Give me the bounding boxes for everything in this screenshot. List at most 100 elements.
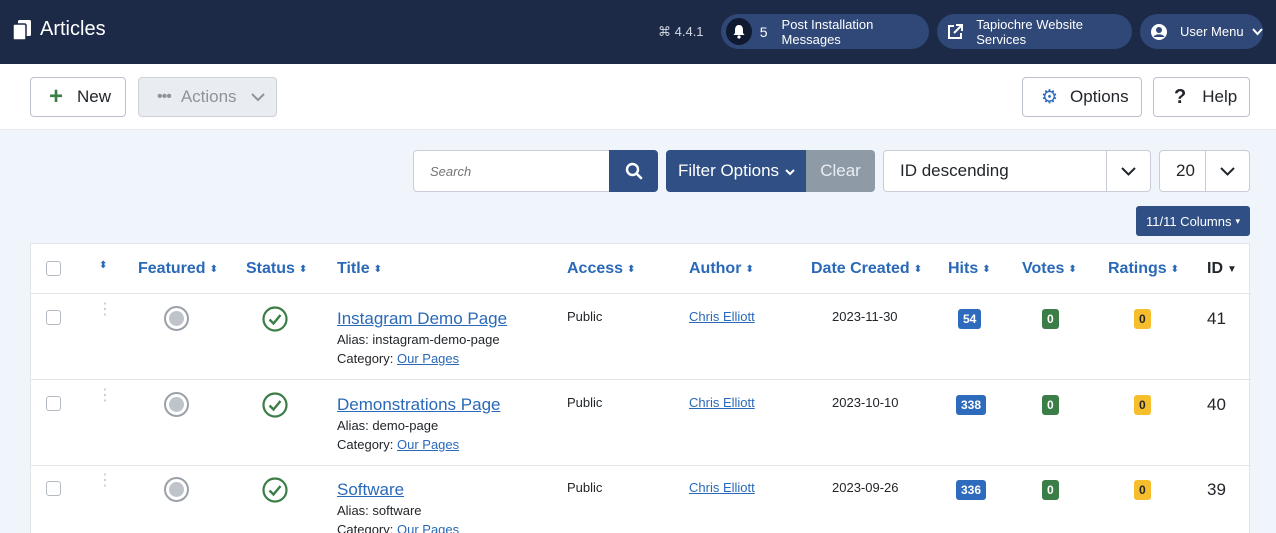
access-value: Public — [567, 480, 603, 495]
author-column-header[interactable]: Author ⬍ — [689, 260, 754, 278]
drag-handle-icon[interactable]: ⋮ — [97, 302, 113, 318]
published-check-icon[interactable] — [262, 306, 288, 332]
article-category: Category: Our Pages — [337, 522, 459, 533]
article-title-link[interactable]: Instagram Demo Page — [337, 309, 507, 329]
sort-icon: ⬍ — [1068, 263, 1077, 275]
ratings-badge: 0 — [1134, 395, 1151, 415]
votes-header-label: Votes — [1022, 260, 1065, 277]
category-link[interactable]: Our Pages — [397, 351, 459, 366]
row-divider — [31, 465, 1251, 466]
access-header-label: Access — [567, 260, 624, 277]
row-checkbox[interactable] — [46, 310, 61, 325]
votes-badge: 0 — [1042, 309, 1059, 329]
id-value: 41 — [1207, 309, 1226, 328]
date-created-column-header[interactable]: Date Created ⬍ — [811, 260, 922, 278]
user-menu-button[interactable]: User Menu — [1140, 14, 1263, 49]
sort-icon: ⬍ — [99, 260, 108, 271]
published-check-icon[interactable] — [262, 477, 288, 503]
help-button-label: Help — [1202, 87, 1238, 106]
clear-button[interactable]: Clear — [806, 150, 875, 192]
unfeatured-toggle[interactable] — [164, 306, 189, 331]
votes-badge: 0 — [1042, 395, 1059, 415]
article-alias: Alias: instagram-demo-page — [337, 332, 500, 347]
post-installation-messages-button[interactable]: 5 Post Installation Messages — [721, 14, 929, 49]
chevron-down-icon — [1106, 151, 1150, 191]
drag-handle-icon[interactable]: ⋮ — [97, 388, 113, 404]
sort-icon: ⬍ — [209, 263, 218, 275]
gear-icon: ⚙ — [1041, 86, 1059, 108]
votes-badge: 0 — [1042, 480, 1059, 500]
ratings-badge: 0 — [1134, 480, 1151, 500]
author-link[interactable]: Chris Elliott — [689, 480, 755, 495]
date-created-value: 2023-11-30 — [832, 309, 898, 324]
clear-button-label: Clear — [820, 161, 861, 180]
ratings-column-header[interactable]: Ratings ⬍ — [1108, 260, 1179, 278]
unfeatured-toggle[interactable] — [164, 392, 189, 417]
search-button[interactable] — [609, 150, 658, 192]
article-alias: Alias: demo-page — [337, 418, 439, 433]
access-column-header[interactable]: Access ⬍ — [567, 260, 635, 278]
category-link[interactable]: Our Pages — [397, 437, 459, 452]
list-limit-select[interactable]: 20 — [1159, 150, 1250, 192]
site-link-button[interactable]: Tapiochre Website Services — [937, 14, 1132, 49]
joomla-icon: ⌘ — [658, 24, 671, 39]
select-all-checkbox[interactable] — [46, 261, 61, 276]
help-button[interactable]: ? Help — [1153, 77, 1250, 117]
new-button-label: New — [77, 87, 112, 106]
date-created-value: 2023-09-26 — [832, 480, 899, 495]
featured-column-header[interactable]: Featured ⬍ — [138, 260, 218, 278]
articles-icon — [12, 19, 31, 41]
status-column-header[interactable]: Status ⬍ — [246, 260, 307, 278]
sort-icon: ⬍ — [1170, 263, 1180, 275]
list-limit-value: 20 — [1176, 161, 1195, 180]
sort-icon: ⬍ — [913, 263, 923, 275]
author-link[interactable]: Chris Elliott — [689, 395, 755, 410]
articles-table: ⬍ Featured ⬍ Status ⬍ Title ⬍ Access ⬍ Autho… — [30, 243, 1251, 533]
new-button[interactable]: + New — [30, 77, 126, 117]
ordering-column-header[interactable]: ⬍ — [95, 260, 107, 271]
category-link[interactable]: Our Pages — [397, 522, 459, 533]
columns-button[interactable]: 11/11 Columns ▾ — [1136, 206, 1250, 236]
category-prefix: Category: — [337, 522, 394, 533]
status-header-label: Status — [246, 260, 295, 277]
featured-header-label: Featured — [138, 260, 206, 277]
article-title-link[interactable]: Software — [337, 480, 404, 500]
article-category: Category: Our Pages — [337, 437, 459, 452]
id-header-label: ID — [1207, 260, 1223, 277]
ratings-badge: 0 — [1134, 309, 1151, 329]
hits-column-header[interactable]: Hits ⬍ — [948, 260, 991, 278]
notification-count: 5 — [759, 23, 768, 40]
ratings-header-label: Ratings — [1108, 260, 1167, 277]
id-column-header[interactable]: ID ▼ — [1207, 260, 1237, 278]
drag-handle-icon[interactable]: ⋮ — [97, 473, 113, 489]
published-check-icon[interactable] — [262, 392, 288, 418]
actions-button[interactable]: ••• Actions — [138, 77, 277, 117]
user-icon — [1145, 18, 1172, 45]
title-column-header[interactable]: Title ⬍ — [337, 260, 382, 278]
toolbar: + New ••• Actions ⚙ Options ? Help — [0, 64, 1276, 130]
hits-header-label: Hits — [948, 260, 979, 277]
options-button[interactable]: ⚙ Options — [1022, 77, 1142, 117]
unfeatured-toggle[interactable] — [164, 477, 189, 502]
row-checkbox[interactable] — [46, 481, 61, 496]
author-link[interactable]: Chris Elliott — [689, 309, 755, 324]
ordering-select[interactable]: ID descending — [883, 150, 1151, 192]
caret-down-icon: ▾ — [1235, 215, 1241, 226]
hits-badge: 338 — [956, 395, 987, 415]
options-button-label: Options — [1070, 87, 1129, 106]
sort-icon: ⬍ — [298, 263, 308, 275]
article-title-link[interactable]: Demonstrations Page — [337, 395, 500, 415]
chevron-down-icon — [1205, 151, 1249, 191]
search-input[interactable] — [413, 150, 610, 192]
filter-options-button[interactable]: Filter Options — [666, 150, 807, 192]
access-value: Public — [567, 309, 603, 324]
user-menu-label: User Menu — [1180, 24, 1244, 39]
external-link-icon — [942, 18, 968, 45]
header-bar: Articles ⌘ 4.4.1 5 Post Installation Mes… — [0, 0, 1276, 64]
page-title-wrap: Articles — [12, 18, 106, 41]
votes-column-header[interactable]: Votes ⬍ — [1022, 260, 1077, 278]
columns-button-label: 11/11 Columns — [1145, 213, 1232, 229]
filter-options-label: Filter Options — [677, 161, 780, 180]
row-checkbox[interactable] — [46, 396, 61, 411]
ordering-value: ID descending — [900, 161, 1009, 180]
